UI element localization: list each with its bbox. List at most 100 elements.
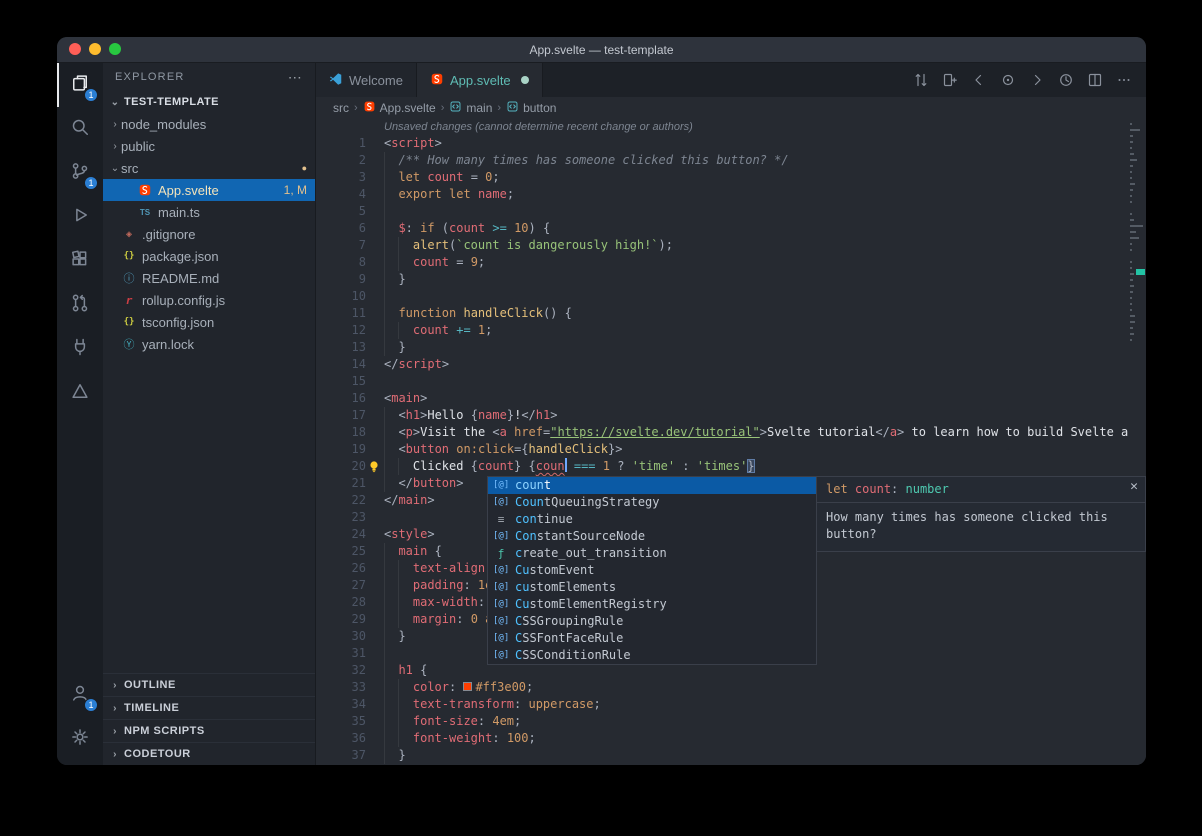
compare-changes-icon[interactable] (913, 72, 929, 88)
breadcrumb-item-src[interactable]: src (333, 101, 349, 115)
breadcrumb-item-button[interactable]: button (506, 100, 556, 116)
badge: 1 (84, 176, 98, 190)
activity-bar-item-run-debug[interactable] (57, 195, 103, 239)
suggest-item-create_out_transition[interactable]: ƒcreate_out_transition (488, 545, 816, 562)
tree-item-node-modules[interactable]: ›node_modules (103, 113, 315, 135)
title-bar[interactable]: App.svelte — test-template (57, 37, 1146, 63)
tree-item-rollup-config-js[interactable]: rrollup.config.js (103, 289, 315, 311)
code-line[interactable]: 15 (316, 373, 1146, 390)
previous-change-icon[interactable] (971, 72, 987, 88)
code-line[interactable]: 7alert(`count is dangerously high!`); (316, 237, 1146, 254)
indent-guide (384, 152, 398, 169)
tree-item--gitignore[interactable]: ◈.gitignore (103, 223, 315, 245)
file-history-icon[interactable] (1058, 72, 1074, 88)
code-line[interactable]: 1<script> (316, 135, 1146, 152)
code-line[interactable]: 9} (316, 271, 1146, 288)
activity-bar-item-settings[interactable] (57, 717, 103, 761)
activity-bar-item-azure[interactable] (57, 371, 103, 415)
code-token: font-size (413, 714, 478, 728)
activity-bar-item-github-pull-requests[interactable] (57, 283, 103, 327)
code-line[interactable]: 11function handleClick() { (316, 305, 1146, 322)
signature-token: count (855, 482, 891, 496)
tree-item-package-json[interactable]: {}package.json (103, 245, 315, 267)
tree-item-main-ts[interactable]: TSmain.ts (103, 201, 315, 223)
suggest-item-customevent[interactable]: [@]CustomEvent (488, 562, 816, 579)
lightbulb-icon[interactable] (366, 459, 382, 475)
indent-guide (398, 696, 412, 713)
code-line[interactable]: 33color: #ff3e00; (316, 679, 1146, 696)
suggest-item-cssfontfacerule[interactable]: [@]CSSFontFaceRule (488, 630, 816, 647)
code-content: color: #ff3e00; (384, 679, 533, 696)
more-actions-icon[interactable] (1116, 72, 1132, 88)
breadcrumb-item-app-svelte[interactable]: App.svelte (363, 100, 436, 116)
code-line[interactable]: 34text-transform: uppercase; (316, 696, 1146, 713)
code-token: < (398, 425, 405, 439)
code-line[interactable]: 18<p>Visit the <a href="https://svelte.d… (316, 424, 1146, 441)
sidebar-panel-codetour[interactable]: ›CODETOUR (103, 742, 315, 765)
activity-bar-item-accounts[interactable]: 1 (57, 673, 103, 717)
code-line[interactable]: 8count = 9; (316, 254, 1146, 271)
code-line[interactable]: 35font-size: 4em; (316, 713, 1146, 730)
tree-item-public[interactable]: ›public (103, 135, 315, 157)
tree-item-readme-md[interactable]: ⓘREADME.md (103, 267, 315, 289)
suggest-item-cssgroupingrule[interactable]: [@]CSSGroupingRule (488, 613, 816, 630)
suggest-item-cssconditionrule[interactable]: [@]CSSConditionRule (488, 647, 816, 664)
suggest-label: CustomElementRegistry (515, 596, 667, 613)
code-line[interactable]: 20Clicked {count} {coun === 1 ? 'time' :… (316, 458, 1146, 475)
changes-dot-icon[interactable] (1000, 72, 1016, 88)
code-line[interactable]: 5 (316, 203, 1146, 220)
suggest-item-count[interactable]: [@]count (488, 477, 816, 494)
code-line[interactable]: 14</script> (316, 356, 1146, 373)
minimize-window-button[interactable] (89, 43, 101, 55)
code-line[interactable]: 4export let name; (316, 186, 1146, 203)
code-editor[interactable]: Unsaved changes (cannot determine recent… (316, 119, 1146, 765)
minimap[interactable] (1128, 119, 1146, 765)
project-section-header[interactable]: ⌄ TEST-TEMPLATE (103, 91, 315, 113)
activity-bar-item-explorer[interactable]: 1 (57, 63, 103, 107)
sidebar-panel-npm-scripts[interactable]: ›NPM SCRIPTS (103, 719, 315, 742)
code-line[interactable]: 13} (316, 339, 1146, 356)
code-line[interactable]: 37} (316, 747, 1146, 764)
suggest-item-continue[interactable]: ≡continue (488, 511, 816, 528)
close-icon[interactable]: ✕ (1130, 480, 1138, 493)
next-change-icon[interactable] (1029, 72, 1045, 88)
code-line[interactable]: 19<button on:click={handleClick}> (316, 441, 1146, 458)
indent-guide (384, 560, 398, 577)
activity-bar-item-extensions[interactable] (57, 239, 103, 283)
split-editor-icon[interactable] (1087, 72, 1103, 88)
match-highlight: Cu (515, 563, 529, 577)
tab-welcome[interactable]: Welcome (316, 63, 417, 97)
tree-item-label: .gitignore (142, 227, 195, 242)
code-token: h1 (398, 663, 412, 677)
tree-item-app-svelte[interactable]: App.svelte1, M (103, 179, 315, 201)
code-line[interactable]: 2/** How many times has someone clicked … (316, 152, 1146, 169)
code-line[interactable]: 16<main> (316, 390, 1146, 407)
suggest-label-rest: tQueuingStrategy (544, 495, 660, 509)
code-line[interactable]: 3let count = 0; (316, 169, 1146, 186)
tab-app-svelte[interactable]: App.svelte (417, 63, 543, 97)
code-token: </ (875, 425, 889, 439)
code-line[interactable]: 10 (316, 288, 1146, 305)
sidebar-more-icon[interactable]: ⋯ (288, 69, 303, 86)
open-changes-icon[interactable] (942, 72, 958, 88)
suggest-item-customelements[interactable]: [@]customElements (488, 579, 816, 596)
code-line[interactable]: 17<h1>Hello {name}!</h1> (316, 407, 1146, 424)
sidebar-panel-timeline[interactable]: ›TIMELINE (103, 696, 315, 719)
code-line[interactable]: 12count += 1; (316, 322, 1146, 339)
activity-bar-item-source-control[interactable]: 1 (57, 151, 103, 195)
match-highlight: cu (515, 580, 529, 594)
tree-item-src[interactable]: ⌄src● (103, 157, 315, 179)
zoom-window-button[interactable] (109, 43, 121, 55)
code-line[interactable]: 36font-weight: 100; (316, 730, 1146, 747)
code-line[interactable]: 6$: if (count >= 10) { (316, 220, 1146, 237)
close-window-button[interactable] (69, 43, 81, 55)
breadcrumb-item-main[interactable]: main (449, 100, 492, 116)
tree-item-yarn-lock[interactable]: Ⓨyarn.lock (103, 333, 315, 355)
tree-item-tsconfig-json[interactable]: {}tsconfig.json (103, 311, 315, 333)
suggest-item-constantsourcenode[interactable]: [@]ConstantSourceNode (488, 528, 816, 545)
activity-bar-item-remote[interactable] (57, 327, 103, 371)
suggest-item-countqueuingstrategy[interactable]: [@]CountQueuingStrategy (488, 494, 816, 511)
activity-bar-item-search[interactable] (57, 107, 103, 151)
sidebar-panel-outline[interactable]: ›OUTLINE (103, 673, 315, 696)
suggest-item-customelementregistry[interactable]: [@]CustomElementRegistry (488, 596, 816, 613)
